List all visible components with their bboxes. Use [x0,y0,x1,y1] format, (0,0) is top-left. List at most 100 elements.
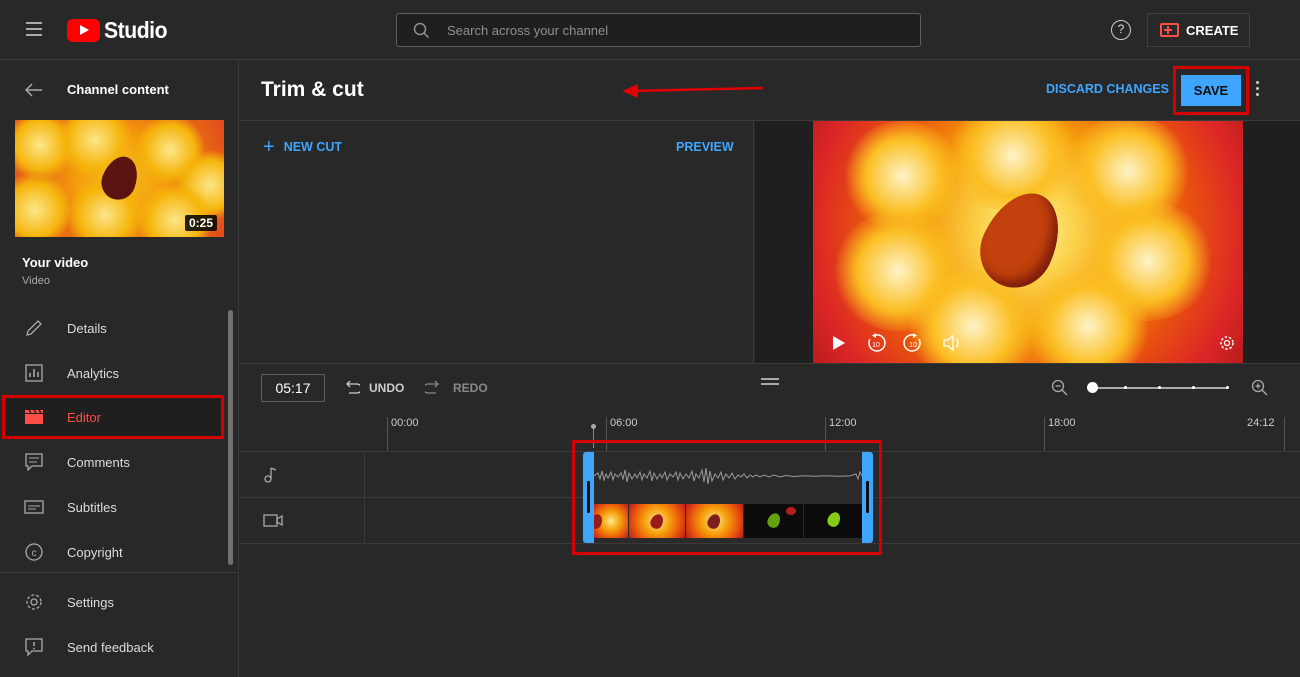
sidebar: Channel content 0:25 Your video Video De… [0,60,239,677]
sidebar-item-editor[interactable]: Editor [2,395,224,439]
sidebar-item-label: Editor [67,409,101,425]
clapperboard-icon [24,407,44,427]
save-button[interactable]: SAVE [1181,75,1241,106]
ruler-label: 06:00 [610,417,638,429]
editor-header: Trim & cut DISCARD CHANGES SAVE [239,60,1300,121]
video-track-label [239,498,365,544]
feedback-icon [24,637,44,657]
more-options-icon[interactable] [1256,81,1260,99]
logo-text: Studio [104,16,168,43]
clip-end-handle[interactable] [866,481,869,513]
top-bar: Studio ? CREATE [0,0,1300,60]
pencil-icon [24,318,44,338]
rewind-10-icon[interactable]: 10 [865,331,887,355]
svg-text:10: 10 [909,342,917,349]
create-button[interactable]: CREATE [1147,13,1250,47]
ruler-label: 00:00 [391,417,419,429]
help-icon[interactable]: ? [1111,20,1131,40]
clip-start-handle[interactable] [587,481,590,513]
sidebar-item-label: Details [67,320,107,336]
sidebar-item-label: Settings [67,594,114,610]
clip-frame [685,504,743,538]
video-camera-icon [263,514,283,527]
undo-label: UNDO [369,381,405,395]
zoom-slider-thumb[interactable] [1087,382,1098,393]
video-thumbnail[interactable]: 0:25 [15,120,224,237]
ruler-label: 18:00 [1048,417,1076,429]
redo-label: REDO [453,381,488,395]
menu-icon[interactable] [26,22,42,36]
clip-thumbnail-strip [594,504,862,538]
sidebar-item-comments[interactable]: Comments [0,440,227,484]
new-cut-button[interactable]: + NEW CUT [263,137,343,157]
sidebar-item-label: Comments [67,454,130,470]
back-arrow-icon[interactable] [24,81,43,102]
preview-button[interactable]: PREVIEW [676,140,734,154]
analytics-icon [24,363,44,383]
audio-track-label [239,452,365,498]
page-title: Trim & cut [261,78,364,101]
clip-frame [628,504,685,538]
sidebar-item-subtitles[interactable]: Subtitles [0,485,227,529]
zoom-in-icon[interactable] [1251,379,1269,397]
play-icon[interactable] [829,331,849,355]
zoom-tick [1124,386,1127,389]
music-note-icon [264,467,277,483]
undo-button[interactable]: UNDO [344,381,404,395]
sidebar-item-settings[interactable]: Settings [0,580,227,624]
video-subtitle: Video [22,275,50,287]
audio-waveform [594,467,862,485]
zoom-out-icon[interactable] [1051,379,1069,397]
clip-frame [803,504,862,538]
video-player-area: 10 10 [755,121,1300,363]
redo-button[interactable]: REDO [425,381,488,395]
sidebar-title: Channel content [67,82,169,97]
discard-changes-button[interactable]: DISCARD CHANGES [1046,82,1169,96]
save-highlight-box: SAVE [1173,66,1249,115]
svg-text:10: 10 [872,342,880,349]
sidebar-item-send-feedback[interactable]: Send feedback [0,625,227,669]
annotation-arrow-icon [622,84,764,98]
ruler-tick [1044,417,1045,451]
cut-panel: + NEW CUT PREVIEW [239,121,754,363]
settings-icon[interactable] [1216,331,1238,355]
ruler-label: 12:00 [829,417,857,429]
video-title: Your video [22,255,89,270]
search-box[interactable] [396,13,921,47]
redo-icon [425,381,439,394]
new-cut-label: NEW CUT [283,140,343,154]
sidebar-scrollbar[interactable] [228,310,233,565]
create-label: CREATE [1186,22,1239,38]
ruler-tick [1284,417,1285,451]
panel-resize-handle[interactable] [761,378,779,388]
youtube-studio-logo[interactable]: Studio [67,17,173,43]
sidebar-item-copyright[interactable]: c Copyright [0,530,227,574]
clip-content [594,452,862,543]
video-clip[interactable] [583,452,873,543]
undo-icon [346,381,360,394]
create-video-icon [1160,23,1179,37]
youtube-play-logo-icon [67,18,100,42]
sidebar-item-label: Copyright [67,544,123,560]
ruler-label: 24:12 [1247,417,1275,429]
forward-10-icon[interactable]: 10 [902,331,924,355]
clip-highlight-box [572,440,882,555]
sidebar-divider [0,572,238,573]
volume-icon[interactable] [941,331,963,355]
copyright-icon: c [24,542,44,562]
video-player[interactable]: 10 10 [813,121,1243,363]
search-input[interactable] [447,20,887,40]
search-icon [413,22,430,39]
svg-text:c: c [32,548,37,559]
thumbnail-duration: 0:25 [184,215,217,231]
current-time-field[interactable]: 05:17 [261,374,325,402]
sidebar-item-label: Analytics [67,365,120,381]
sidebar-item-analytics[interactable]: Analytics [0,351,227,395]
subtitles-icon [24,497,44,517]
sidebar-item-details[interactable]: Details [0,306,227,350]
sidebar-item-label: Subtitles [67,499,117,515]
timeline-toolbar: 05:17 UNDO REDO [239,363,1300,411]
comments-icon [24,452,44,472]
zoom-tick [1192,386,1195,389]
zoom-tick [1226,386,1229,389]
